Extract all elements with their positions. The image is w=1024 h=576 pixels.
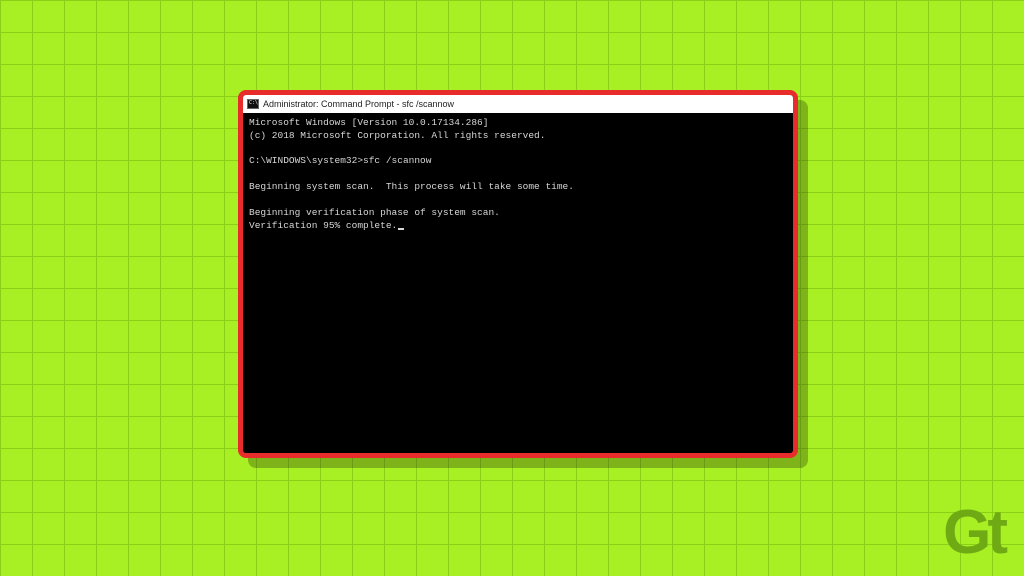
terminal-line-version: Microsoft Windows [Version 10.0.17134.28… [249,117,488,128]
terminal-line-copyright: (c) 2018 Microsoft Corporation. All righ… [249,130,545,141]
terminal-cursor [398,228,404,230]
terminal-prompt: C:\WINDOWS\system32> [249,155,363,166]
command-prompt-window: Administrator: Command Prompt - sfc /sca… [238,90,798,458]
window-title: Administrator: Command Prompt - sfc /sca… [263,99,454,109]
brand-logo: Gt [943,502,1004,564]
terminal-command: sfc /scannow [363,155,431,166]
terminal-line-begin-scan: Beginning system scan. This process will… [249,181,574,192]
titlebar[interactable]: Administrator: Command Prompt - sfc /sca… [243,95,793,113]
terminal-output[interactable]: Microsoft Windows [Version 10.0.17134.28… [243,113,793,453]
command-prompt-icon [247,99,259,109]
terminal-line-progress: Verification 95% complete. [249,220,397,231]
terminal-line-begin-verify: Beginning verification phase of system s… [249,207,500,218]
